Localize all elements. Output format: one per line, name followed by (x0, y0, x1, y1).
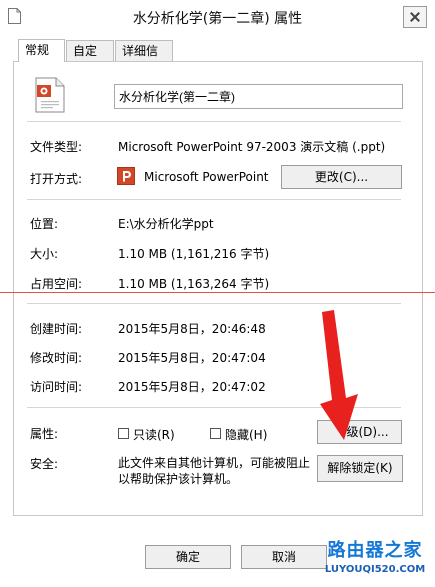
watermark-main: 路由器之家 (327, 540, 423, 561)
ok-button[interactable]: 确定 (145, 545, 231, 569)
change-button[interactable]: 更改(C)... (281, 165, 402, 189)
attributes-label: 属性: (30, 427, 59, 441)
modified-value: 2015年5月8日，20:47:04 (118, 351, 266, 365)
hidden-checkbox[interactable] (210, 428, 221, 439)
accessed-label: 访问时间: (30, 380, 83, 394)
size-on-disk-value: 1.10 MB (1,163,264 字节) (118, 277, 270, 291)
tab-details[interactable]: 详细信息 (115, 40, 173, 78)
size-on-disk-label: 占用空间: (30, 277, 83, 291)
hidden-label: 隐藏(H) (225, 428, 268, 442)
divider (27, 199, 401, 200)
security-message: 此文件来自其他计算机，可能被阻止以帮助保护该计算机。 (118, 456, 311, 486)
readonly-label: 只读(R) (133, 428, 175, 442)
cancel-button[interactable]: 取消 (241, 545, 327, 569)
annotation-line (0, 292, 435, 293)
created-label: 创建时间: (30, 322, 83, 336)
accessed-value: 2015年5月8日，20:47:02 (118, 380, 266, 394)
size-value: 1.10 MB (1,161,216 字节) (118, 247, 270, 261)
file-type-label: 文件类型: (30, 140, 83, 154)
window-title: 水分析化学(第一二章) 属性 (132, 11, 303, 27)
opens-with-label: 打开方式: (30, 172, 83, 186)
modified-label: 修改时间: (30, 351, 83, 365)
tab-general[interactable]: 常规 (18, 39, 65, 62)
watermark-logo: 路由器之家 LUYOUQI520.COM (319, 539, 431, 583)
location-label: 位置: (30, 217, 59, 231)
security-label: 安全: (30, 457, 59, 471)
location-value: E:\水分析化学ppt (118, 217, 214, 231)
created-value: 2015年5月8日，20:46:48 (118, 322, 266, 336)
title-bar: 水分析化学(第一二章) 属性 (0, 0, 435, 34)
tab-custom[interactable]: 自定义 (66, 40, 114, 78)
divider (27, 303, 401, 304)
close-button[interactable] (403, 6, 427, 28)
watermark-sub: LUYOUQI520.COM (324, 564, 426, 575)
file-name-input[interactable] (114, 84, 403, 109)
file-type-value: Microsoft PowerPoint 97-2003 演示文稿 (.ppt) (118, 140, 386, 154)
powerpoint-icon (117, 167, 135, 185)
divider (27, 121, 401, 122)
annotation-arrow-icon (320, 310, 358, 440)
unblock-button[interactable]: 解除锁定(K) (317, 455, 403, 482)
size-label: 大小: (30, 247, 59, 261)
readonly-checkbox[interactable] (118, 428, 129, 439)
ppt-file-icon (35, 77, 65, 113)
opens-with-value: Microsoft PowerPoint (144, 170, 269, 184)
